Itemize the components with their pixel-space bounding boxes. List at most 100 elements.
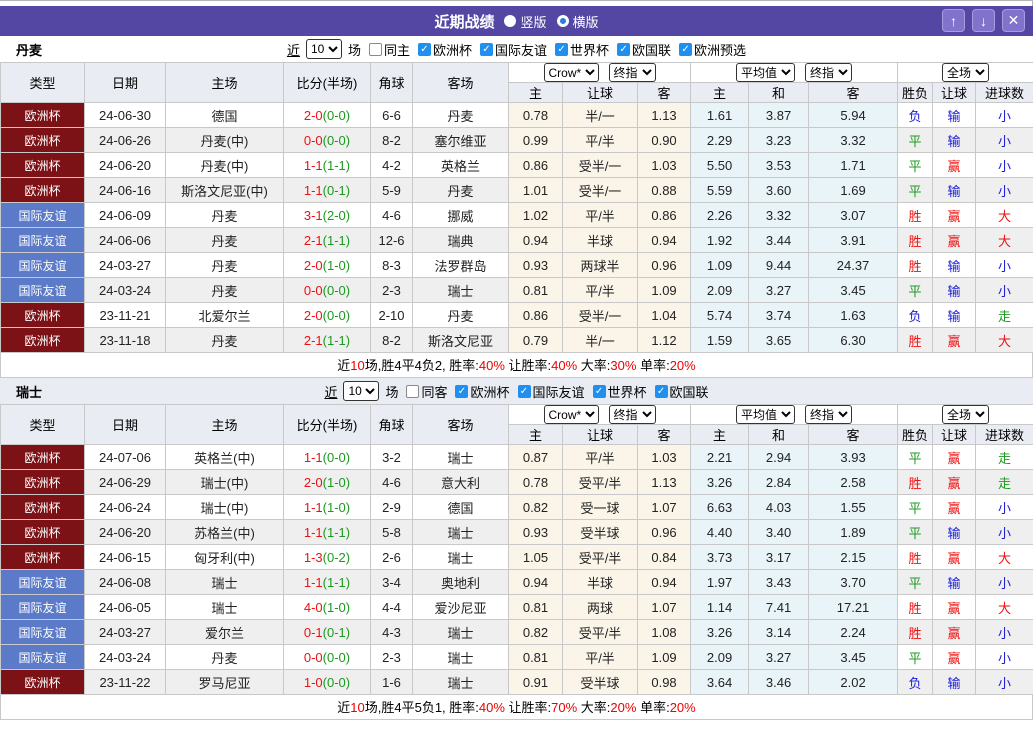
home-team: 丹麦 xyxy=(165,252,284,278)
recent-link[interactable]: 近 xyxy=(287,40,300,59)
match-date: 24-06-16 xyxy=(84,177,166,203)
checkbox-checked-icon: ✓ xyxy=(555,42,569,56)
result-handicap: 赢 xyxy=(932,327,977,353)
match-date: 24-06-08 xyxy=(84,569,166,595)
handicap-home-odds: 0.82 xyxy=(508,619,563,645)
away-team: 丹麦 xyxy=(412,102,509,128)
league-checkbox[interactable]: ✓ 国际友谊 xyxy=(480,40,547,59)
corners: 12-6 xyxy=(370,227,413,253)
same-venue-checkbox[interactable]: 同客 xyxy=(406,382,447,401)
checkbox-checked-icon: ✓ xyxy=(480,42,493,56)
layout-horizontal-radio[interactable]: 横版 xyxy=(556,12,599,31)
competition-badge: 欧洲杯 xyxy=(0,469,85,495)
move-up-button[interactable]: ↑ xyxy=(942,9,965,32)
match-count-select[interactable]: 10 xyxy=(305,39,342,59)
layout-vertical-radio[interactable]: 竖版 xyxy=(504,12,547,31)
avg-away-odds: 3.91 xyxy=(808,227,899,253)
col-rq: 让球 xyxy=(932,82,977,103)
half-time-score: (0-0) xyxy=(322,307,351,323)
score-cell: 0-0(0-0) xyxy=(283,127,371,153)
match-count-select[interactable]: 10 xyxy=(343,381,380,401)
match-row: 欧洲杯 24-06-15 匈牙利(中) 1-3(0-2) 2-6 瑞士 1.05 受平/半 0.… xyxy=(0,544,1033,570)
avg-draw-odds: 9.44 xyxy=(748,252,810,278)
match-date: 24-06-24 xyxy=(84,494,166,520)
away-team: 法罗群岛 xyxy=(412,252,509,278)
result-goals: 走 xyxy=(975,469,1033,495)
avg-home-odds: 3.64 xyxy=(690,669,750,695)
score-cell: 1-1(1-1) xyxy=(283,152,371,178)
avg-away-odds: 1.89 xyxy=(808,519,899,545)
summary-part: 30% xyxy=(610,358,637,373)
radio-horizontal-label: 横版 xyxy=(572,14,599,30)
average-select[interactable]: 平均值 xyxy=(736,63,796,82)
result-wdl: 平 xyxy=(897,519,934,545)
final-odds-select-2[interactable]: 终指 xyxy=(805,405,853,424)
result-wdl: 负 xyxy=(897,669,934,695)
score-cell: 1-1(0-0) xyxy=(283,444,371,470)
handicap-line: 受半/一 xyxy=(562,177,638,203)
score-cell: 4-0(1-0) xyxy=(283,594,371,620)
handicap-line: 半球 xyxy=(562,227,638,253)
half-time-score: (0-0) xyxy=(322,107,351,123)
same-venue-checkbox[interactable]: 同主 xyxy=(368,40,410,59)
summary-part: 让胜率: xyxy=(504,358,552,373)
summary-part: 近 xyxy=(337,700,351,715)
league-checkbox[interactable]: ✓ 世界杯 xyxy=(555,40,609,59)
handicap-away-odds: 0.84 xyxy=(636,544,692,570)
league-checkbox[interactable]: ✓ 世界杯 xyxy=(592,382,647,401)
home-team: 瑞士 xyxy=(165,569,284,595)
recent-link[interactable]: 近 xyxy=(324,382,337,401)
match-date: 24-06-26 xyxy=(84,127,166,153)
league-checkbox[interactable]: ✓ 欧洲杯 xyxy=(455,382,510,401)
checkbox-checked-icon: ✓ xyxy=(517,384,531,398)
league-checkbox[interactable]: ✓ 欧国联 xyxy=(617,40,671,59)
avg-away-odds: 24.37 xyxy=(808,252,899,278)
competition-badge: 国际友谊 xyxy=(0,277,85,303)
summary-part: 大率: xyxy=(577,358,611,373)
final-odds-select[interactable]: 终指 xyxy=(608,405,656,424)
avg-home-odds: 1.09 xyxy=(690,252,750,278)
full-time-score: 1-1 xyxy=(303,157,323,173)
move-down-button[interactable]: ↓ xyxy=(972,9,995,32)
match-row: 欧洲杯 24-06-30 德国 2-0(0-0) 6-6 丹麦 0.78 半/一 1.13 1.6… xyxy=(0,102,1033,128)
close-button[interactable]: ✕ xyxy=(1002,9,1025,32)
league-checkbox[interactable]: ✓ 国际友谊 xyxy=(517,382,585,401)
col-avg-draw: 和 xyxy=(748,424,810,445)
league-checkbox[interactable]: ✓ 欧国联 xyxy=(654,382,709,401)
odds-company-select[interactable]: Crow* xyxy=(543,63,599,82)
avg-home-odds: 1.14 xyxy=(690,594,750,620)
league-checkbox[interactable]: ✓ 欧洲预选 xyxy=(679,40,746,59)
full-match-select[interactable]: 全场 xyxy=(942,405,990,424)
corners: 4-6 xyxy=(370,469,413,495)
avg-home-odds: 1.59 xyxy=(690,327,750,353)
away-team: 斯洛文尼亚 xyxy=(412,327,509,353)
handicap-away-odds: 1.08 xyxy=(636,619,692,645)
radio-unselected-icon xyxy=(504,15,517,27)
col-home: 主场 xyxy=(165,404,284,445)
full-match-select[interactable]: 全场 xyxy=(942,63,990,82)
avg-home-odds: 2.09 xyxy=(690,644,750,670)
average-odds-group: 平均值 终指 xyxy=(690,404,899,425)
handicap-away-odds: 0.86 xyxy=(636,202,692,228)
corners: 8-2 xyxy=(370,127,413,153)
result-handicap: 输 xyxy=(932,252,977,278)
final-odds-select-2[interactable]: 终指 xyxy=(805,63,853,82)
home-team: 丹麦 xyxy=(165,202,284,228)
result-goals: 小 xyxy=(975,669,1033,695)
result-wdl: 平 xyxy=(897,277,934,303)
league-checkbox[interactable]: ✓ 欧洲杯 xyxy=(417,40,472,59)
result-goals: 小 xyxy=(975,127,1033,153)
corners: 8-3 xyxy=(370,252,413,278)
handicap-home-odds: 1.02 xyxy=(508,202,563,228)
corners: 4-4 xyxy=(370,594,413,620)
final-odds-select[interactable]: 终指 xyxy=(608,63,656,82)
avg-draw-odds: 3.17 xyxy=(748,544,810,570)
avg-away-odds: 2.02 xyxy=(808,669,899,695)
col-handicap-away: 客 xyxy=(636,424,692,445)
result-wdl: 胜 xyxy=(897,544,934,570)
full-time-score: 2-1 xyxy=(303,232,323,248)
average-select[interactable]: 平均值 xyxy=(736,405,796,424)
odds-company-select[interactable]: Crow* xyxy=(543,405,599,424)
result-goals: 小 xyxy=(975,569,1033,595)
avg-away-odds: 1.69 xyxy=(808,177,899,203)
